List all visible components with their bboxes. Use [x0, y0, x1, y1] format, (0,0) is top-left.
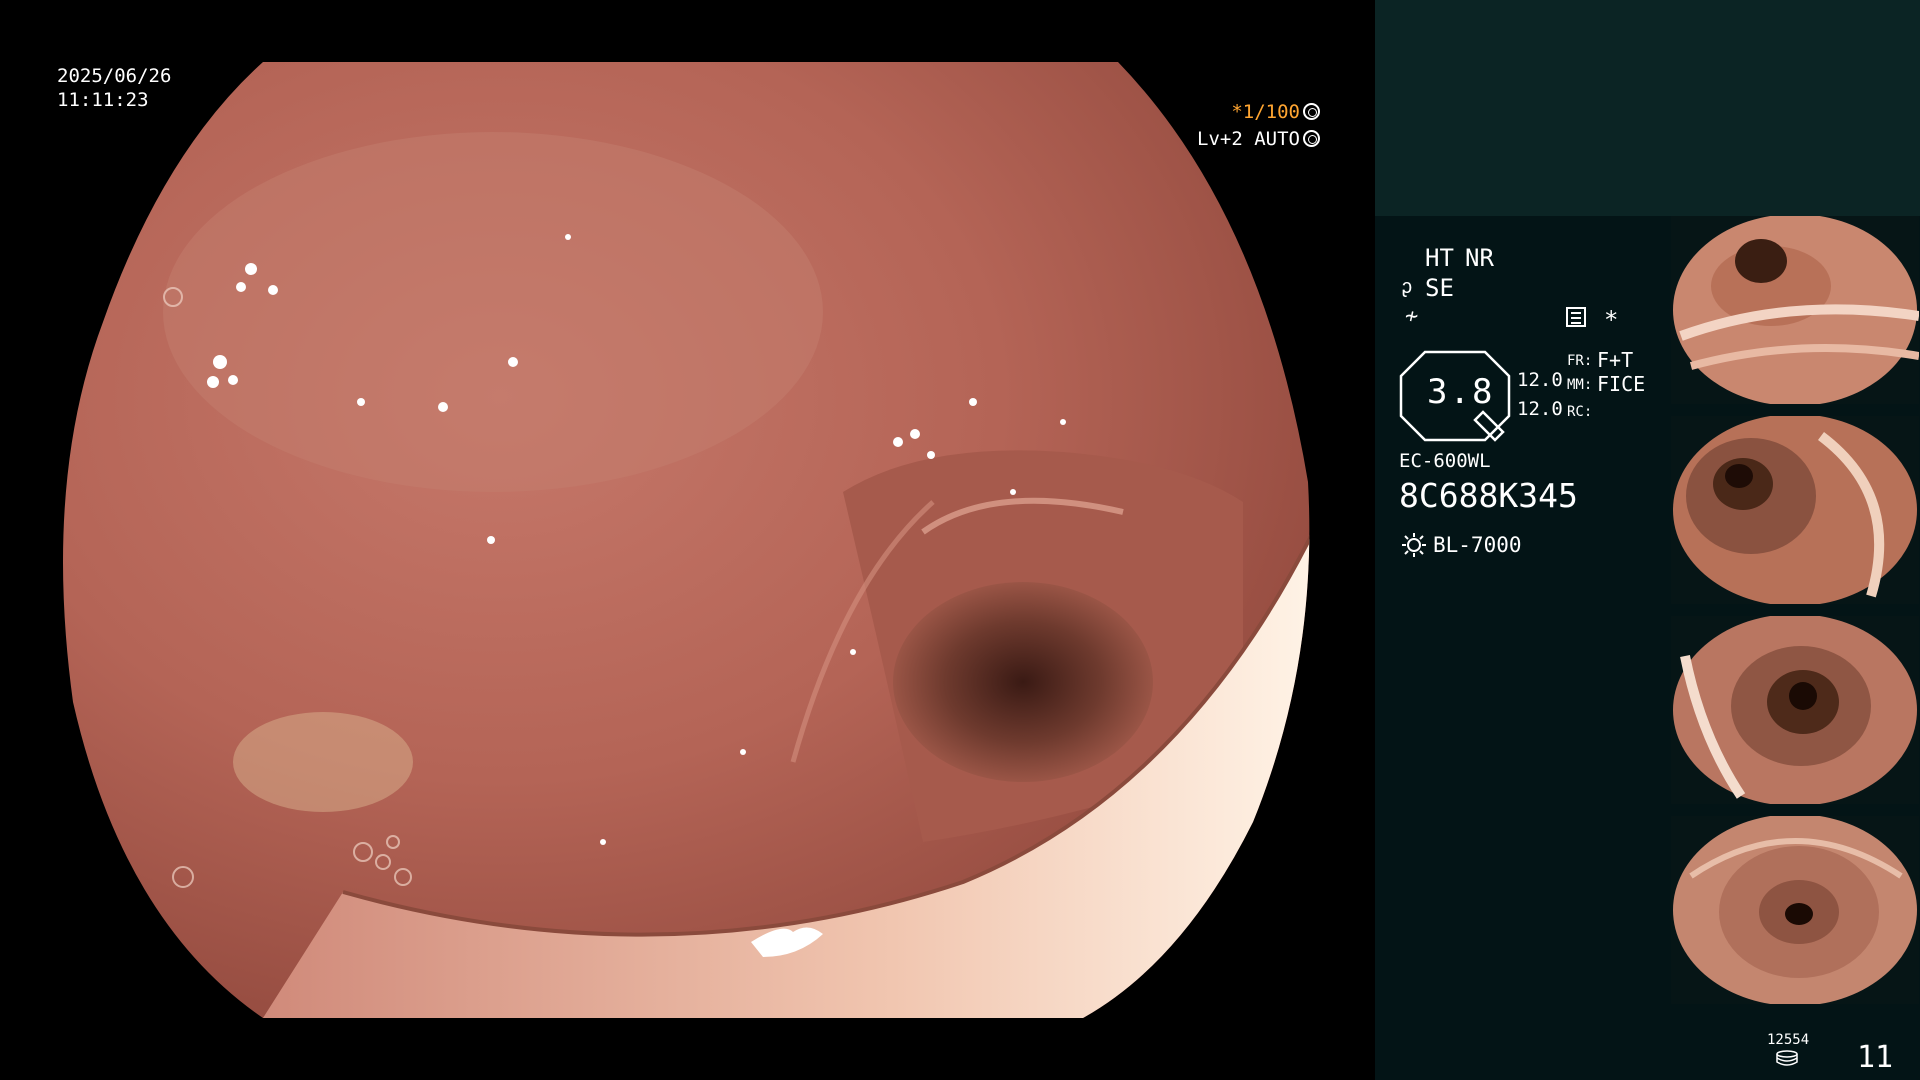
thumbnail-image: [1673, 616, 1917, 804]
fr-value: F+T: [1597, 348, 1634, 372]
se-label: SE: [1425, 274, 1454, 302]
image-count-large: 11: [1857, 1040, 1894, 1075]
iris-icon: [1303, 130, 1320, 147]
gauge-value: 3.8: [1427, 372, 1495, 412]
ht-label: HT: [1425, 244, 1454, 272]
captured-thumbnail[interactable]: [1671, 216, 1919, 404]
thumbnail-image: [1673, 816, 1917, 1004]
scope-tip-icon: ᶗ: [1401, 274, 1414, 298]
mm-label: MM:: [1567, 377, 1593, 393]
shutter-text: *1/100: [1231, 101, 1300, 123]
setting-value-1: 12.0: [1517, 369, 1563, 391]
thumbnail-image: [1673, 416, 1917, 604]
endoscopic-image: [63, 62, 1310, 1018]
shutter-indicator: *1/100: [1231, 100, 1320, 124]
info-panel: HT NR ᶗ SE ≁ * 3.8 12.0 12.0 FR: F+T MM:…: [1375, 0, 1920, 1080]
captured-thumbnail[interactable]: [1671, 816, 1919, 1004]
date-text: 2025/06/26: [57, 65, 172, 87]
scope-model: EC-600WL: [1399, 450, 1491, 472]
panel-header-area: [1375, 0, 1920, 216]
level-text: Lv+2 AUTO: [1197, 128, 1300, 150]
endoscope-live-view: [63, 62, 1313, 1018]
mm-value: FICE: [1597, 372, 1646, 396]
light-source-model: BL-7000: [1433, 533, 1522, 557]
aperture-icon: [1303, 103, 1320, 120]
asterisk-indicator: *: [1604, 306, 1619, 334]
thumbnail-image: [1673, 216, 1919, 404]
captured-thumbnail[interactable]: [1671, 616, 1919, 804]
rc-label: RC:: [1567, 404, 1593, 420]
image-count-small: 12554: [1767, 1032, 1810, 1048]
time-text: 11:11:23: [57, 89, 149, 111]
date-time-display: 2025/06/26 11:11:23: [57, 64, 171, 112]
filter-icon: ≁: [1405, 304, 1419, 329]
captured-thumbnail[interactable]: [1671, 416, 1919, 604]
brightness-level-indicator: Lv+2 AUTO: [1197, 127, 1320, 151]
setting-value-2: 12.0: [1517, 398, 1563, 420]
fr-label: FR:: [1567, 353, 1593, 369]
nr-label: NR: [1465, 244, 1494, 272]
light-bulb-icon: [1402, 533, 1426, 557]
disk-stack-icon: [1776, 1050, 1798, 1066]
scope-serial: 8C688K345: [1399, 476, 1578, 515]
memo-icon: [1566, 307, 1586, 327]
